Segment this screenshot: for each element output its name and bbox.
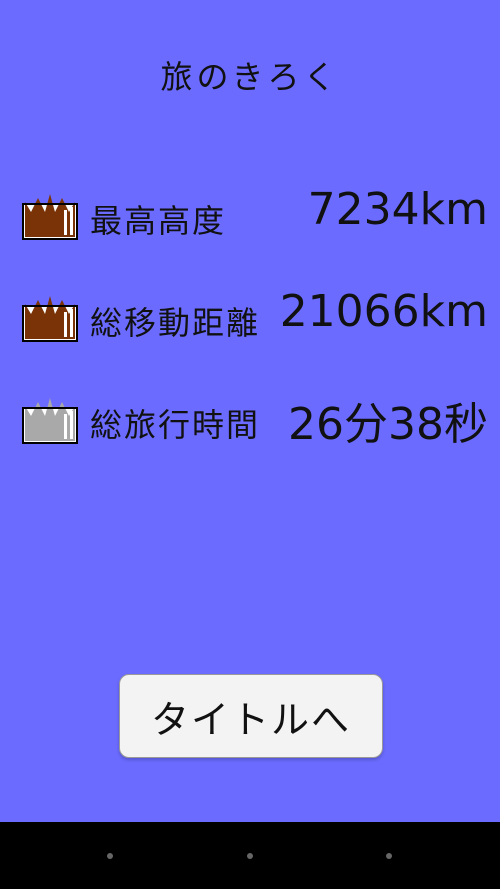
page-title: 旅のきろく — [160, 58, 340, 96]
record-row-total-time: 総旅行時間 26分38秒 — [22, 388, 492, 450]
record-value: 21066km — [279, 286, 488, 337]
system-nav-bar — [0, 822, 500, 889]
nav-recents-dot[interactable] — [386, 853, 392, 859]
brown-crown-icon — [22, 194, 78, 240]
record-value: 26分38秒 — [288, 399, 488, 450]
gray-crown-icon — [22, 398, 78, 444]
record-label: 総移動距離 — [90, 304, 261, 342]
record-row-max-altitude: 最高高度 7234km — [22, 184, 492, 244]
record-value: 7234km — [307, 184, 488, 235]
nav-back-dot[interactable] — [107, 853, 113, 859]
record-label: 総旅行時間 — [90, 406, 261, 444]
record-label: 最高高度 — [90, 202, 227, 240]
nav-home-dot[interactable] — [247, 853, 253, 859]
back-to-title-button[interactable]: タイトルへ — [119, 674, 383, 758]
record-row-total-distance: 総移動距離 21066km — [22, 286, 492, 346]
brown-crown-icon — [22, 296, 78, 342]
